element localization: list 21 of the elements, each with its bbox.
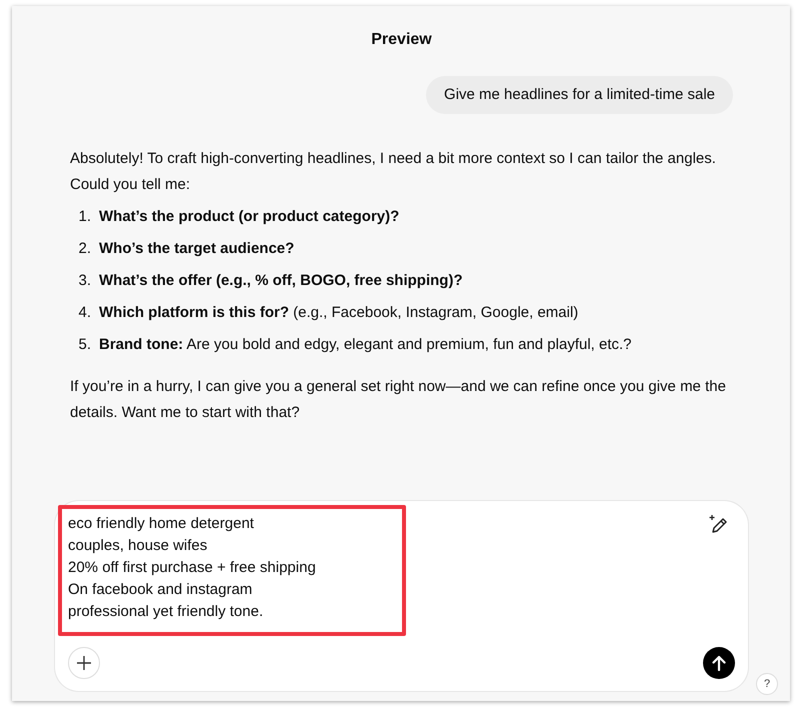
plus-icon <box>77 656 91 670</box>
message-input[interactable]: eco friendly home detergent couples, house wifes 20% off first purchase + free shipping On facebook and instagram professional yet friendly tone. <box>68 513 320 623</box>
list-number: 5. <box>77 335 92 355</box>
assistant-paragraph: If you’re in a hurry, I can give you a general set right now—and we can refine once you give me the details. Want me to start with that? <box>70 377 727 423</box>
question-item: Which platform is this for? (e.g., Facebook, Instagram, Google, email) <box>99 303 578 323</box>
list-number: 1. <box>77 207 92 227</box>
window-title: Preview <box>370 30 433 50</box>
list-number: 3. <box>77 271 92 291</box>
send-button[interactable] <box>703 647 735 679</box>
question-item: Brand tone: Are you bold and edgy, elegant and premium, fun and playful, etc.? <box>99 335 632 355</box>
question-item: What’s the offer (e.g., % off, BOGO, free shipping)? <box>99 271 463 291</box>
list-number: 4. <box>77 303 92 323</box>
edit-sparkle-icon[interactable] <box>707 513 729 535</box>
question-item: What’s the product (or product category)? <box>99 207 400 227</box>
question-item: Who’s the target audience? <box>99 239 294 259</box>
add-button[interactable] <box>68 647 100 679</box>
list-number: 2. <box>77 239 92 259</box>
assistant-paragraph: Absolutely! To craft high-converting headlines, I need a bit more context so I can tailor the angles. Could you tell me: <box>70 149 717 195</box>
user-message-bubble: Give me headlines for a limited-time sale <box>426 76 733 114</box>
arrow-up-icon <box>712 655 726 671</box>
help-button[interactable]: ? <box>756 673 778 695</box>
